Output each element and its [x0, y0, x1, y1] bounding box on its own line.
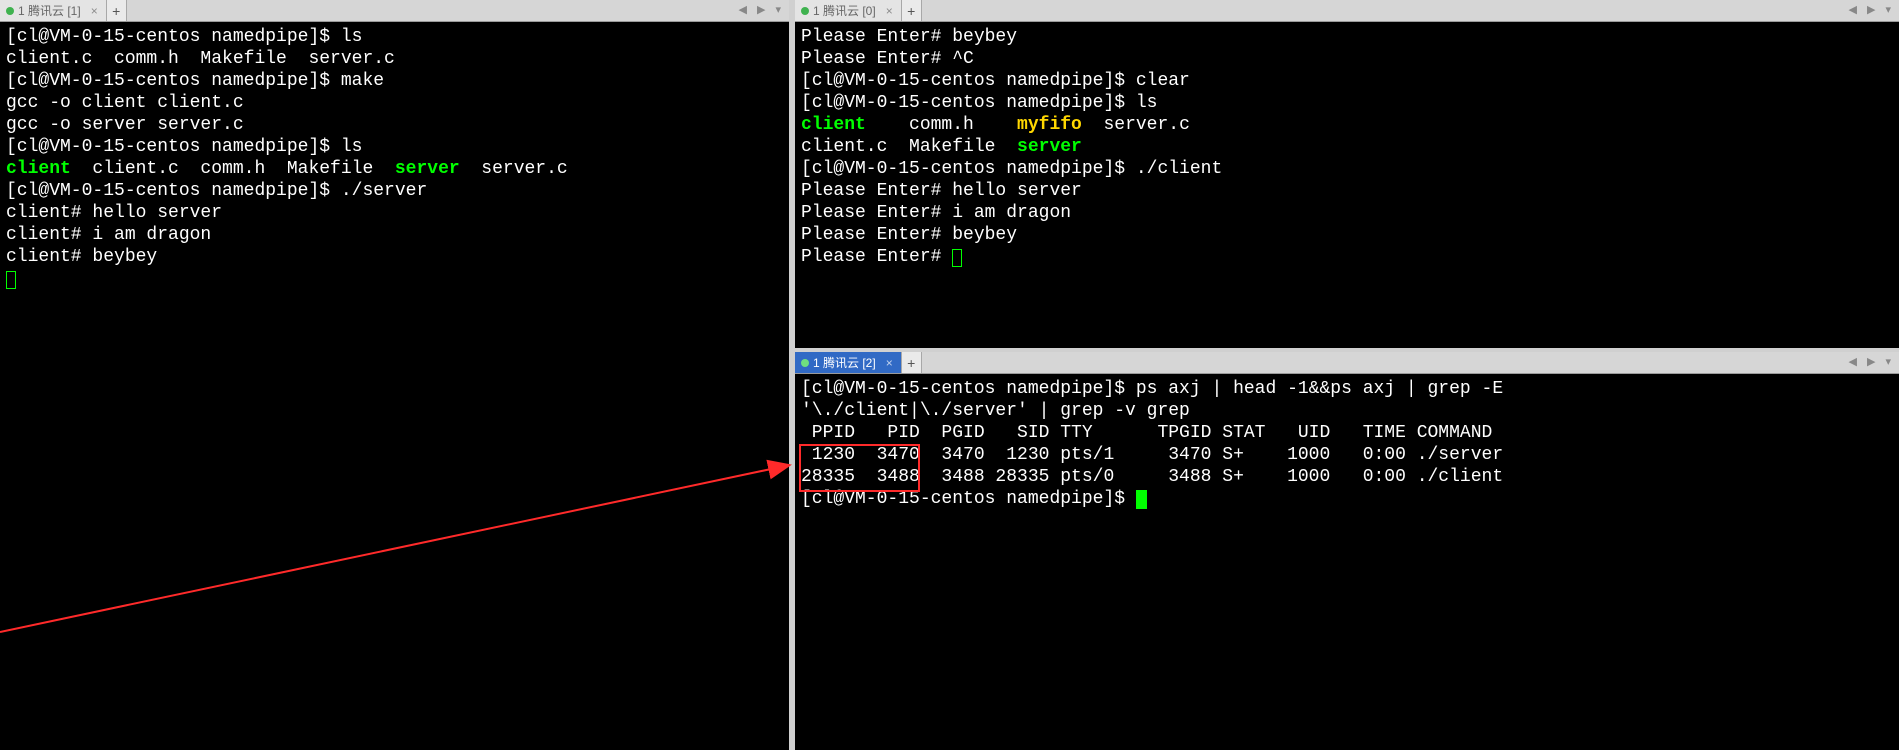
tab-menu-icon[interactable]: ▾: [1883, 5, 1893, 16]
status-dot-icon: [801, 7, 809, 15]
arrow-left-icon[interactable]: ◀: [1847, 357, 1859, 368]
tabbar-right: 1 腾讯云 [0] × + ◀ ▶ ▾: [795, 0, 1899, 22]
tabbar-bottom: 1 腾讯云 [2] × + ◀ ▶ ▾: [795, 352, 1899, 374]
arrow-right-icon[interactable]: ▶: [1865, 357, 1877, 368]
ps-ppid-pid-highlight: [799, 444, 920, 492]
tab-close-icon[interactable]: ×: [89, 5, 100, 17]
tab-label: 1 腾讯云 [2]: [813, 353, 876, 373]
terminal-pane-left: 1 腾讯云 [1] × + ◀ ▶ ▾ [cl@VM-0-15-centos n…: [0, 0, 789, 750]
tabbar-left: 1 腾讯云 [1] × + ◀ ▶ ▾: [0, 0, 789, 22]
terminal-left[interactable]: [cl@VM-0-15-centos namedpipe]$ ls client…: [0, 22, 789, 750]
horizontal-splitter[interactable]: [795, 348, 1899, 352]
tab-add-button[interactable]: +: [902, 352, 922, 373]
status-dot-icon: [801, 359, 809, 367]
terminal-pane-bottom: 1 腾讯云 [2] × + ◀ ▶ ▾ [cl@VM-0-15-centos n…: [795, 352, 1899, 750]
tab-menu-icon[interactable]: ▾: [773, 5, 783, 16]
arrow-left-icon[interactable]: ◀: [1847, 5, 1859, 16]
tab-bottom[interactable]: 1 腾讯云 [2] ×: [795, 352, 902, 373]
tab-menu-icon[interactable]: ▾: [1883, 357, 1893, 368]
tab-right[interactable]: 1 腾讯云 [0] ×: [795, 0, 902, 21]
terminal-right[interactable]: Please Enter# beybey Please Enter# ^C [c…: [795, 22, 1899, 348]
tab-add-button[interactable]: +: [902, 0, 922, 21]
tab-close-icon[interactable]: ×: [884, 5, 895, 17]
tab-overflow-arrows: ◀ ▶ ▾: [1841, 0, 1899, 21]
tab-overflow-arrows: ◀ ▶ ▾: [1841, 352, 1899, 373]
tab-label: 1 腾讯云 [1]: [18, 1, 81, 21]
arrow-right-icon[interactable]: ▶: [755, 5, 767, 16]
tab-overflow-arrows: ◀ ▶ ▾: [731, 0, 789, 21]
tab-close-icon[interactable]: ×: [884, 357, 895, 369]
vertical-splitter[interactable]: [789, 0, 795, 750]
status-dot-icon: [6, 7, 14, 15]
arrow-right-icon[interactable]: ▶: [1865, 5, 1877, 16]
tab-label: 1 腾讯云 [0]: [813, 1, 876, 21]
arrow-left-icon[interactable]: ◀: [737, 5, 749, 16]
tab-left[interactable]: 1 腾讯云 [1] ×: [0, 0, 107, 21]
tab-add-button[interactable]: +: [107, 0, 127, 21]
terminal-pane-right: 1 腾讯云 [0] × + ◀ ▶ ▾ Please Enter# beybey…: [795, 0, 1899, 348]
terminal-bottom[interactable]: [cl@VM-0-15-centos namedpipe]$ ps axj | …: [795, 374, 1899, 750]
